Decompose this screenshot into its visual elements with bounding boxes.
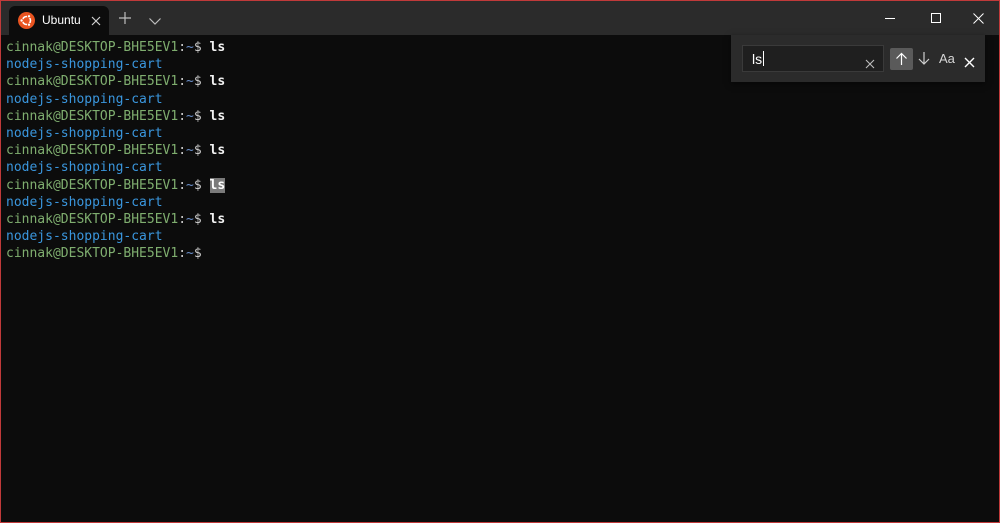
tab-close-icon[interactable] bbox=[89, 13, 103, 27]
command-text: ls bbox=[209, 74, 226, 90]
prompt-path: ~ bbox=[186, 211, 194, 227]
arrow-up-icon bbox=[896, 52, 907, 65]
new-tab-plus-icon[interactable] bbox=[117, 10, 133, 26]
prompt-user: cinnak@DESKTOP-BHE5EV1 bbox=[6, 177, 179, 193]
prompt-separator: : bbox=[178, 143, 187, 159]
command-text: ls bbox=[209, 211, 226, 227]
prompt-line: cinnak@DESKTOP-BHE5EV1:~$ bbox=[6, 245, 999, 262]
find-close-icon[interactable] bbox=[964, 53, 975, 68]
tab-title: Ubuntu bbox=[42, 13, 81, 27]
terminal-output[interactable]: cinnak@DESKTOP-BHE5EV1:~$ ls nodejs-shopp… bbox=[1, 35, 999, 522]
output-line: nodejs-shopping-cart bbox=[6, 194, 999, 211]
command-text-highlighted: ls bbox=[209, 177, 226, 193]
output-text: nodejs-shopping-cart bbox=[6, 160, 163, 176]
prompt-dollar: $ bbox=[193, 143, 202, 159]
prompt-line: cinnak@DESKTOP-BHE5EV1:~$ ls bbox=[6, 177, 999, 194]
command-text: ls bbox=[209, 108, 226, 124]
output-text: nodejs-shopping-cart bbox=[6, 57, 163, 73]
arrow-down-icon[interactable] bbox=[917, 51, 931, 67]
title-bar[interactable]: Ubuntu bbox=[1, 1, 999, 35]
match-case-button[interactable]: Aa bbox=[939, 51, 955, 66]
prompt-dollar: $ bbox=[193, 211, 202, 227]
output-line: nodejs-shopping-cart bbox=[6, 159, 999, 176]
prompt-separator: : bbox=[178, 108, 187, 124]
prompt-line: cinnak@DESKTOP-BHE5EV1:~$ ls bbox=[6, 142, 999, 159]
prompt-dollar: $ bbox=[193, 246, 202, 262]
find-panel: ls Aa bbox=[731, 35, 985, 82]
close-window-button[interactable] bbox=[955, 1, 999, 35]
prompt-dollar: $ bbox=[193, 177, 202, 193]
prompt-user: cinnak@DESKTOP-BHE5EV1 bbox=[6, 143, 179, 159]
prompt-dollar: $ bbox=[193, 108, 202, 124]
minimize-button[interactable] bbox=[867, 1, 913, 35]
prompt-separator: : bbox=[178, 211, 187, 227]
prompt-separator: : bbox=[178, 40, 187, 55]
ubuntu-icon bbox=[18, 12, 35, 29]
prompt-dollar: $ bbox=[193, 74, 202, 90]
maximize-button[interactable] bbox=[913, 1, 959, 35]
find-query-text: ls bbox=[752, 51, 765, 67]
prompt-line: cinnak@DESKTOP-BHE5EV1:~$ ls bbox=[6, 211, 999, 228]
prompt-dollar: $ bbox=[193, 40, 202, 55]
find-input[interactable]: ls bbox=[742, 45, 884, 72]
minimize-icon bbox=[885, 18, 895, 19]
find-query-value: ls bbox=[752, 51, 763, 67]
output-text: nodejs-shopping-cart bbox=[6, 194, 163, 210]
output-text: nodejs-shopping-cart bbox=[6, 125, 163, 141]
command-text: ls bbox=[209, 143, 226, 159]
prompt-user: cinnak@DESKTOP-BHE5EV1 bbox=[6, 108, 179, 124]
output-line: nodejs-shopping-cart bbox=[6, 125, 999, 142]
prompt-path: ~ bbox=[186, 143, 194, 159]
maximize-icon bbox=[931, 13, 941, 23]
prompt-path: ~ bbox=[186, 74, 194, 90]
close-icon bbox=[973, 13, 984, 24]
command-text: ls bbox=[209, 40, 226, 55]
prompt-path: ~ bbox=[186, 108, 194, 124]
search-up-button[interactable] bbox=[890, 48, 913, 70]
output-text: nodejs-shopping-cart bbox=[6, 91, 163, 107]
clear-icon[interactable] bbox=[865, 54, 875, 69]
prompt-user: cinnak@DESKTOP-BHE5EV1 bbox=[6, 211, 179, 227]
prompt-user: cinnak@DESKTOP-BHE5EV1 bbox=[6, 74, 179, 90]
chevron-down-icon[interactable] bbox=[148, 12, 162, 25]
prompt-separator: : bbox=[178, 246, 187, 262]
prompt-path: ~ bbox=[186, 177, 194, 193]
output-text: nodejs-shopping-cart bbox=[6, 229, 163, 245]
prompt-user: cinnak@DESKTOP-BHE5EV1 bbox=[6, 40, 179, 55]
output-line: nodejs-shopping-cart bbox=[6, 228, 999, 245]
prompt-path: ~ bbox=[186, 246, 194, 262]
terminal-window: Ubuntu cinnak@DESKTOP-BHE5EV1:~$ ls node… bbox=[0, 0, 1000, 523]
prompt-line: cinnak@DESKTOP-BHE5EV1:~$ ls bbox=[6, 108, 999, 125]
output-line: nodejs-shopping-cart bbox=[6, 91, 999, 108]
prompt-path: ~ bbox=[186, 40, 194, 55]
prompt-separator: : bbox=[178, 74, 187, 90]
prompt-separator: : bbox=[178, 177, 187, 193]
tab-ubuntu[interactable]: Ubuntu bbox=[9, 6, 109, 35]
prompt-user: cinnak@DESKTOP-BHE5EV1 bbox=[6, 246, 179, 262]
text-caret bbox=[763, 51, 765, 66]
